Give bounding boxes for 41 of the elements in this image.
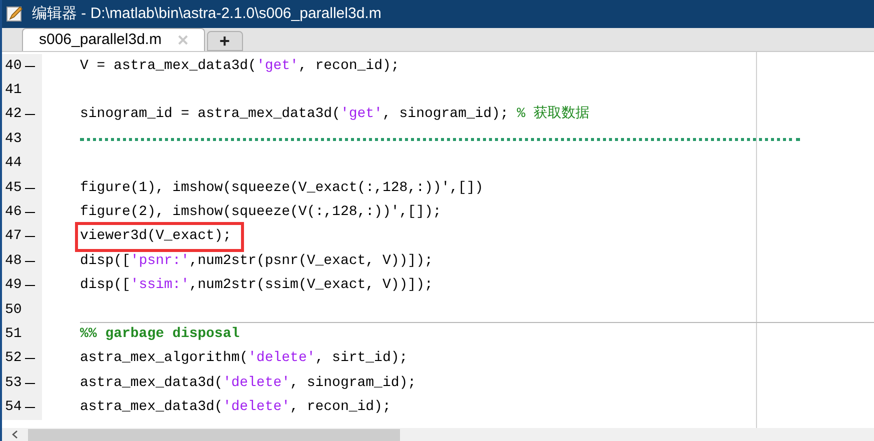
breakpoint-dash[interactable] xyxy=(24,212,35,214)
line-number: 47 xyxy=(4,227,22,246)
code-line: %% garbage disposal xyxy=(80,325,240,344)
breakpoint-dash[interactable] xyxy=(24,236,35,238)
new-tab-button[interactable]: + xyxy=(206,31,243,51)
line-number: 45 xyxy=(4,178,22,198)
line-number: 52 xyxy=(4,349,22,368)
line-number: 54 xyxy=(4,398,22,418)
file-tab[interactable]: s006_parallel3d.m xyxy=(22,28,205,51)
line-number: 44 xyxy=(4,154,22,174)
breakpoint-dash[interactable] xyxy=(24,407,35,408)
line-number: 42 xyxy=(4,105,22,124)
line-number: 41 xyxy=(4,81,22,100)
line-number: 46 xyxy=(4,203,22,222)
line-number: 40 xyxy=(4,56,22,76)
code-line: astra_mex_data3d('delete', recon_id); xyxy=(80,398,391,418)
code-line: figure(2), imshow(squeeze(V(:,128,:))',[]); xyxy=(80,203,442,222)
window-title: 编辑器 - D:\matlab\bin\astra-2.1.0\s006_parallel3d.m xyxy=(32,4,382,24)
code-line: V = astra_mex_data3d('get', recon_id); xyxy=(80,56,400,76)
breakpoint-dash[interactable] xyxy=(24,285,35,286)
code-line: disp(['psnr:',num2str(psnr(V_exact, V))]); xyxy=(80,252,433,271)
breakpoint-dash[interactable] xyxy=(24,358,35,360)
scrollbar-thumb[interactable] xyxy=(28,428,400,440)
line-number: 48 xyxy=(4,252,22,271)
code-line: sinogram_id = astra_mex_data3d('get', sinogram_id); % 获取数据 xyxy=(80,104,590,124)
breakpoint-dash[interactable] xyxy=(24,188,35,189)
breakpoint-dash[interactable] xyxy=(24,382,35,384)
pencil-icon xyxy=(6,5,24,23)
code-line: astra_mex_algorithm('delete', sirt_id); xyxy=(80,349,408,368)
code-line: viewer3d(V_exact); xyxy=(80,227,232,246)
line-number: 50 xyxy=(4,300,22,320)
code-line: figure(1), imshow(squeeze(V_exact(:,128,:))',[]) xyxy=(80,178,484,198)
line-number: 43 xyxy=(4,130,22,149)
breakpoint-dash[interactable] xyxy=(24,114,35,116)
breakpoint-dash[interactable] xyxy=(24,260,35,262)
line-number: 49 xyxy=(4,276,22,296)
code-line: disp(['ssim:',num2str(ssim(V_exact, V))]); xyxy=(80,276,433,296)
line-number: 51 xyxy=(4,324,22,344)
line-number: 53 xyxy=(4,374,22,393)
breakpoint-dash[interactable] xyxy=(24,66,35,67)
code-line: astra_mex_data3d('delete', sinogram_id); xyxy=(80,374,416,393)
